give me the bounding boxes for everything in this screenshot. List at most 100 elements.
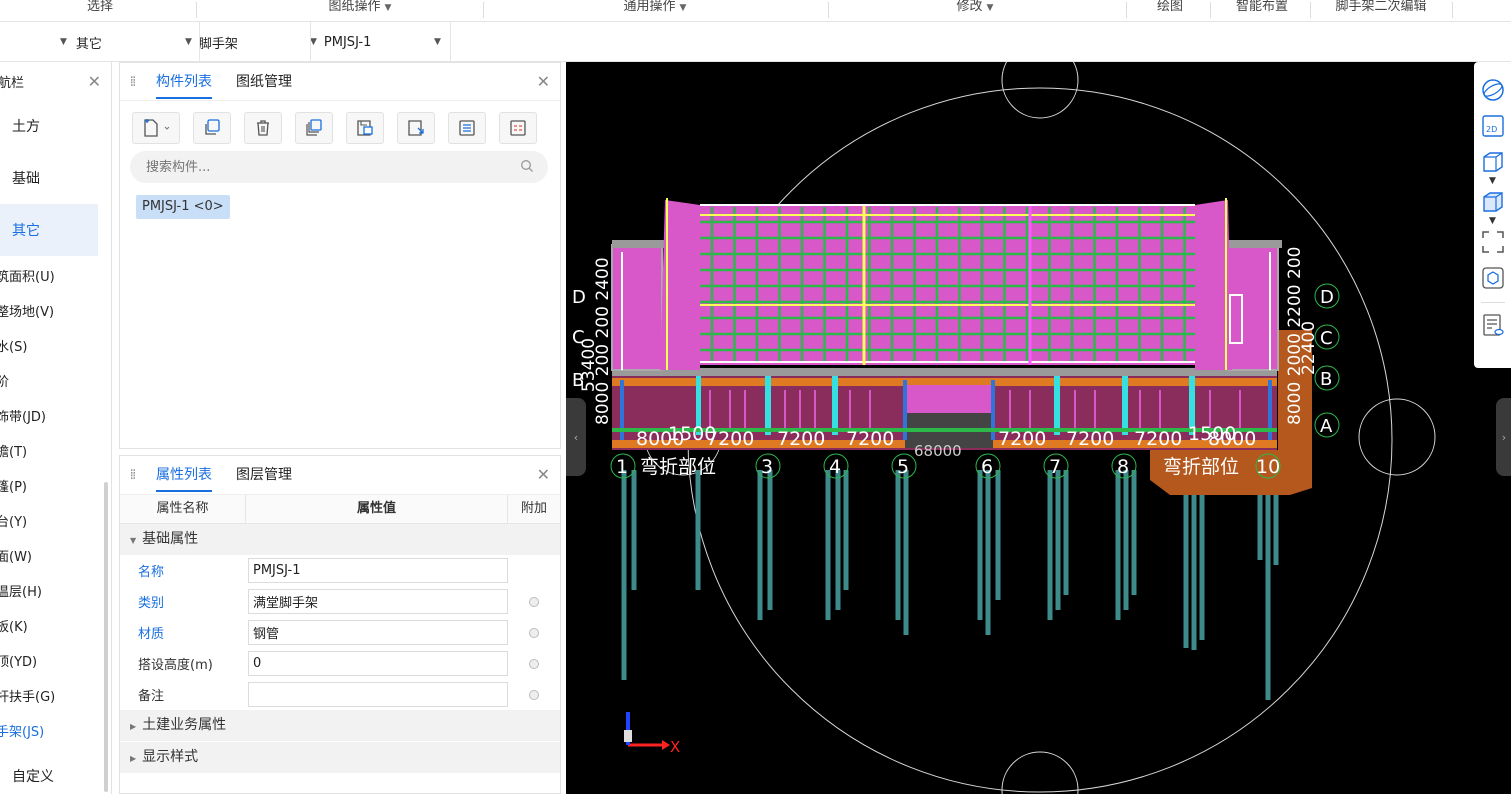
ribbon-group-draw[interactable]: 绘图: [1140, 0, 1200, 22]
tab-property-list[interactable]: 属性列表: [144, 456, 224, 494]
ribbon-group-drawing-ops[interactable]: 图纸操作 ▼: [300, 0, 420, 22]
category-selector[interactable]: ▼其它: [62, 30, 102, 54]
component-name-dropdown[interactable]: ▼: [434, 30, 448, 54]
nav-sub-item[interactable]: 台(Y): [0, 505, 111, 540]
nav-sub-item[interactable]: 杆扶手(G): [0, 680, 111, 715]
nav-scrollbar[interactable]: [104, 482, 108, 792]
nav-header: 航栏 ✕: [0, 62, 111, 100]
property-name: 名称: [138, 565, 165, 580]
cad-viewport[interactable]: D C B D C B A 8000 200 200 2400 53400 80…: [566, 62, 1511, 794]
nav-sub-item[interactable]: 温层(H): [0, 575, 111, 610]
collapse-arrow-icon: ▼: [130, 536, 137, 545]
nav-item-custom[interactable]: 自定义: [0, 750, 98, 794]
tab-drawing-management[interactable]: 图纸管理: [224, 63, 304, 101]
import-button[interactable]: [346, 111, 384, 144]
axis-label: 8: [1117, 456, 1129, 478]
orbit-handle-top[interactable]: [1001, 62, 1079, 119]
chevron-down-icon: ▼: [384, 3, 392, 13]
isolate-button[interactable]: [1479, 264, 1507, 292]
nav-sub-item[interactable]: 板(K): [0, 610, 111, 645]
component-name-selector[interactable]: ▼ PMJSJ-1: [310, 30, 371, 54]
property-value-field[interactable]: [248, 558, 508, 583]
drag-handle-icon[interactable]: ⁞⁞: [120, 74, 144, 90]
header-extra: 附加: [520, 501, 547, 516]
tab-layer-management[interactable]: 图层管理: [224, 456, 304, 494]
delete-button[interactable]: [244, 111, 282, 144]
display-settings-button[interactable]: [1479, 311, 1507, 339]
collapse-right-handle[interactable]: ›: [1496, 398, 1511, 476]
nav-sub-item[interactable]: 面(W): [0, 540, 111, 575]
copy-icon: [205, 118, 220, 135]
nav-sub-item[interactable]: 水(S): [0, 330, 111, 365]
group-civil-properties[interactable]: ▶ 土建业务属性: [120, 710, 560, 741]
nav-item-other[interactable]: 其它: [0, 204, 98, 256]
property-value-field[interactable]: [248, 651, 508, 676]
extra-checkbox[interactable]: [529, 596, 539, 607]
property-value-field[interactable]: [248, 589, 508, 614]
tab-component-list[interactable]: 构件列表: [144, 63, 224, 101]
ribbon-group-select[interactable]: 选择: [60, 0, 140, 22]
nav-sub-item[interactable]: 阶: [0, 365, 111, 400]
property-panel-tabs: ⁞⁞ 属性列表 图层管理 ✕: [120, 456, 560, 494]
properties-button[interactable]: [499, 111, 537, 144]
axis-label: 1: [616, 456, 628, 478]
export-button[interactable]: [397, 111, 435, 144]
ribbon-group-smart-layout[interactable]: 智能布置: [1224, 0, 1300, 22]
close-icon[interactable]: ✕: [537, 465, 550, 484]
extra-checkbox[interactable]: [529, 658, 539, 669]
dropdown-arrow-icon: ▼: [185, 37, 192, 47]
type-selector[interactable]: ▼ 脚手架: [185, 30, 238, 54]
search-input[interactable]: [130, 151, 490, 183]
chevron-down-icon[interactable]: ▼: [1489, 176, 1496, 186]
close-icon[interactable]: ✕: [88, 72, 101, 91]
orbit-handle-right[interactable]: [1358, 398, 1436, 476]
view-2d-button[interactable]: 2D: [1479, 112, 1507, 140]
component-list-item[interactable]: PMJSJ-1 <0>: [136, 195, 230, 219]
nav-item-earthwork[interactable]: 土方: [0, 100, 98, 152]
ribbon-group-scaffold-edit[interactable]: 脚手架二次编辑: [1322, 0, 1440, 22]
layers-copy-icon: [306, 118, 322, 136]
fullscreen-icon: [1481, 231, 1504, 253]
view-3d-button[interactable]: [1479, 148, 1507, 176]
dimension-text: 7200: [1066, 428, 1114, 450]
nav-sub-item[interactable]: 檐(T): [0, 435, 111, 470]
copy-to-floor-button[interactable]: [295, 111, 333, 144]
extra-checkbox[interactable]: [529, 627, 539, 638]
left-total-dimension: 53400: [579, 338, 599, 392]
cad-drawing[interactable]: D C B D C B A 8000 200 200 2400 53400 80…: [566, 62, 1511, 794]
drag-handle-icon[interactable]: ⁞⁞: [120, 467, 144, 483]
chevron-down-icon[interactable]: ▼: [1489, 216, 1496, 226]
svg-text:2D: 2D: [1486, 125, 1497, 134]
component-panel-tabs: ⁞⁞ 构件列表 图纸管理 ✕: [120, 63, 560, 101]
nav-sub-item[interactable]: 篷(P): [0, 470, 111, 505]
nav-sub-item-scaffold[interactable]: 手架(JS): [0, 715, 111, 750]
dimension-text: 7200: [706, 428, 754, 450]
filter-button[interactable]: [448, 111, 486, 144]
ribbon-group-common-ops[interactable]: 通用操作 ▼: [595, 0, 715, 22]
ribbon-group-modify[interactable]: 修改 ▼: [930, 0, 1020, 22]
close-icon[interactable]: ✕: [537, 72, 550, 91]
group-basic-properties[interactable]: ▼ 基础属性: [120, 524, 560, 555]
property-value-field[interactable]: [248, 620, 508, 645]
nav-sub-item[interactable]: 顶(YD): [0, 645, 111, 680]
nav-sub-item[interactable]: 筑面积(U): [0, 260, 111, 295]
new-component-button[interactable]: [132, 111, 180, 144]
property-row: 名称: [120, 555, 560, 586]
dimension-text: 7200: [846, 428, 894, 450]
extra-checkbox[interactable]: [529, 689, 539, 700]
expand-arrow-icon: ▶: [130, 754, 137, 763]
search-icon[interactable]: [520, 159, 534, 173]
nav-sub-item[interactable]: 整场地(V): [0, 295, 111, 330]
copy-button[interactable]: [193, 111, 231, 144]
property-value-field[interactable]: [248, 682, 508, 707]
nav-item-foundation[interactable]: 基础: [0, 152, 98, 204]
full-screen-button[interactable]: [1479, 228, 1507, 256]
nav-sub-item[interactable]: 饰带(JD): [0, 400, 111, 435]
view-display-button[interactable]: [1479, 188, 1507, 216]
property-row: 搭设高度(m): [120, 648, 560, 679]
dynamic-observe-button[interactable]: [1479, 76, 1507, 104]
group-display-style[interactable]: ▶ 显示样式: [120, 742, 560, 773]
collapse-left-handle[interactable]: ‹: [566, 398, 586, 476]
ribbon-divider: [1126, 2, 1127, 18]
orbit-handle-bottom[interactable]: [1001, 751, 1079, 794]
